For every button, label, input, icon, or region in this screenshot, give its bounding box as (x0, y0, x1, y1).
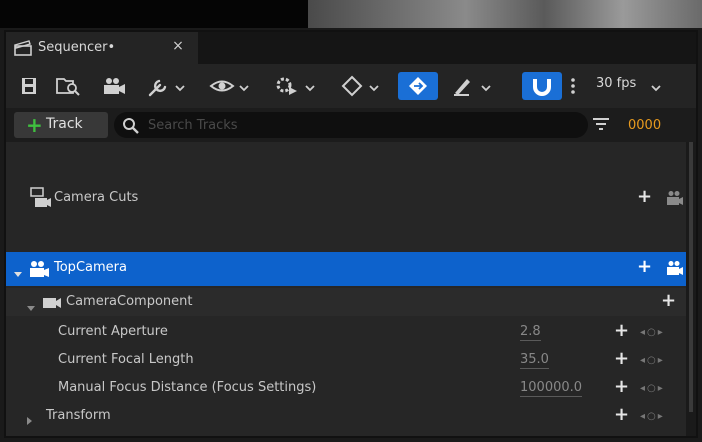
property-row[interactable]: Manual Focus Distance (Focus Settings) 1… (6, 374, 686, 402)
eye-icon[interactable] (208, 72, 236, 100)
property-row[interactable]: Current Aperture 2.8 + ◂○▸ (6, 318, 686, 346)
chevron-down-icon[interactable] (174, 78, 186, 92)
chevron-down-icon[interactable] (650, 78, 662, 92)
property-label: Manual Focus Distance (Focus Settings) (58, 380, 317, 395)
property-row[interactable]: Current Focal Length 35.0 + ◂○▸ (6, 346, 686, 374)
keyframe-nav-icon[interactable]: ◂○▸ (640, 327, 665, 338)
wrench-icon[interactable] (146, 72, 172, 100)
camera-actor-icon (28, 260, 50, 282)
keyframe-icon[interactable] (340, 72, 364, 100)
add-key-icon[interactable]: + (614, 348, 629, 369)
camera-icon[interactable] (666, 190, 684, 210)
timecode-display[interactable]: 0000 (628, 118, 661, 133)
search-box[interactable] (114, 112, 588, 138)
keyframe-nav-icon[interactable]: ◂○▸ (640, 411, 665, 422)
chevron-down-icon[interactable] (368, 78, 380, 92)
keyframe-nav-icon[interactable]: ◂○▸ (640, 383, 665, 394)
viewport-preview (0, 0, 702, 28)
track-tree: Camera Cuts + TopCamera + CameraComponen… (6, 142, 690, 436)
add-key-icon[interactable]: + (614, 404, 629, 425)
keyframe-nav-icon[interactable]: ◂○▸ (640, 355, 665, 366)
camera-icon[interactable] (666, 260, 684, 280)
chevron-right-icon[interactable] (26, 411, 34, 430)
search-icon (123, 118, 139, 134)
add-icon[interactable]: + (661, 290, 676, 311)
find-asset-icon[interactable] (54, 72, 82, 100)
filter-icon[interactable] (592, 116, 612, 134)
add-icon[interactable]: + (637, 256, 652, 277)
tab-sequencer[interactable]: Sequencer• × (6, 32, 198, 64)
property-value[interactable]: 35.0 (520, 352, 549, 369)
snap-button[interactable] (522, 72, 562, 100)
chevron-down-icon[interactable] (304, 78, 316, 92)
add-track-label: Track (46, 116, 83, 132)
fps-selector[interactable]: 30 fps (596, 76, 636, 91)
track-label: CameraComponent (66, 294, 193, 309)
close-icon[interactable]: × (170, 38, 186, 56)
render-movie-icon[interactable] (100, 72, 128, 100)
add-key-icon[interactable]: + (614, 320, 629, 341)
track-transform[interactable]: Transform + ◂○▸ (6, 402, 686, 430)
sequencer-toolbar: 30 fps (6, 64, 696, 108)
pen-icon[interactable] (450, 72, 476, 100)
track-label: Transform (46, 408, 111, 423)
property-label: Current Focal Length (58, 352, 194, 367)
property-label: Current Aperture (58, 324, 168, 339)
property-value[interactable]: 100000.0 (520, 380, 583, 397)
plus-icon: + (26, 113, 43, 137)
track-top-camera[interactable]: TopCamera + (6, 252, 690, 286)
chevron-down-icon[interactable] (13, 264, 23, 283)
tab-bar: Sequencer• × (6, 32, 696, 64)
track-label: TopCamera (54, 260, 127, 275)
auto-key-icon (409, 77, 427, 95)
track-camera-cuts[interactable]: Camera Cuts + (6, 182, 686, 216)
tab-title: Sequencer• (38, 40, 116, 55)
add-icon[interactable]: + (637, 186, 652, 207)
search-row: + Track 0000 (6, 108, 696, 142)
clapperboard-icon (14, 40, 32, 56)
auto-key-button[interactable] (398, 72, 438, 100)
chevron-down-icon[interactable] (238, 78, 250, 92)
scrollbar[interactable] (686, 142, 696, 436)
camera-cuts-icon (30, 186, 52, 214)
chevron-down-icon[interactable] (480, 78, 492, 92)
scrollbar-thumb[interactable] (689, 142, 693, 412)
property-value[interactable]: 2.8 (520, 324, 541, 341)
track-camera-component[interactable]: CameraComponent + (6, 288, 686, 316)
add-key-icon[interactable]: + (614, 376, 629, 397)
save-icon[interactable] (18, 72, 40, 100)
viewport-image (308, 0, 702, 28)
more-options-icon[interactable] (568, 72, 578, 100)
playback-settings-icon[interactable] (272, 72, 300, 100)
camera-component-icon (42, 295, 62, 314)
chevron-down-icon[interactable] (26, 298, 36, 317)
magnet-icon (533, 79, 551, 96)
search-input[interactable] (148, 116, 568, 134)
add-track-button[interactable]: + Track (14, 112, 108, 138)
track-label: Camera Cuts (54, 190, 139, 205)
